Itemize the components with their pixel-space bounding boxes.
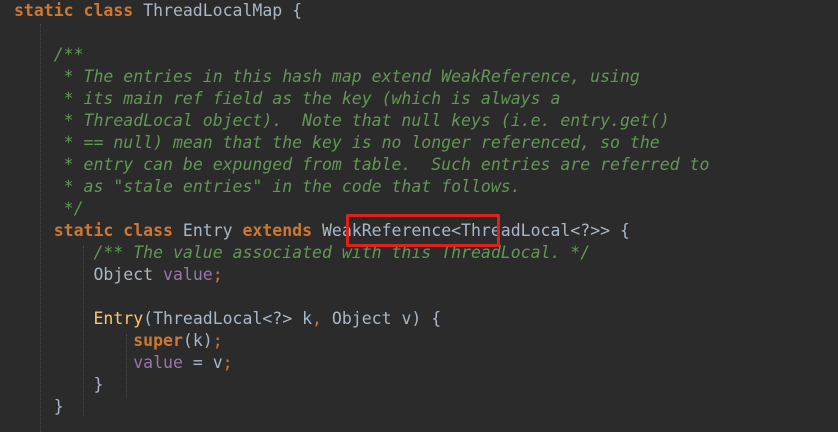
code-token: ; bbox=[222, 353, 233, 372]
code-token: Object v) { bbox=[331, 309, 442, 328]
code-line-18[interactable]: } bbox=[14, 374, 103, 396]
code-token: (k) bbox=[182, 331, 213, 350]
code-line-11[interactable]: static class Entry extends WeakReference… bbox=[14, 220, 630, 242]
code-line-6[interactable]: * ThreadLocal object). Note that null ke… bbox=[14, 110, 670, 132]
code-line-8[interactable]: * entry can be expunged from table. Such… bbox=[14, 154, 710, 176]
code-token: } bbox=[53, 397, 64, 416]
code-token: * its main ref field as the key (which i… bbox=[53, 89, 561, 108]
code-editor[interactable]: static class ThreadLocalMap { /** * The … bbox=[0, 0, 838, 432]
code-token: Entry bbox=[182, 221, 243, 240]
code-line-4[interactable]: * The entries in this hash map extend We… bbox=[14, 66, 640, 88]
code-token: ; bbox=[212, 331, 223, 350]
code-token: * as "stale entries" in the code that fo… bbox=[53, 177, 521, 196]
code-token: * entry can be expunged from table. Such… bbox=[53, 155, 710, 174]
code-token: = v bbox=[182, 353, 223, 372]
code-token: * ThreadLocal object). Note that null ke… bbox=[53, 111, 670, 130]
code-token: (ThreadLocal<?> k bbox=[143, 309, 313, 328]
code-line-1[interactable]: static class ThreadLocalMap { bbox=[14, 0, 302, 22]
code-token: super bbox=[133, 331, 183, 350]
code-line-10[interactable]: */ bbox=[14, 198, 84, 220]
code-token: /** bbox=[53, 45, 84, 64]
code-token: */ bbox=[53, 199, 84, 218]
code-token: static class bbox=[53, 221, 183, 240]
code-token: value bbox=[163, 265, 213, 284]
code-line-12[interactable]: /** The value associated with this Threa… bbox=[14, 242, 590, 264]
code-line-7[interactable]: * == null) mean that the key is no longe… bbox=[14, 132, 660, 154]
code-line-13[interactable]: Object value; bbox=[14, 264, 223, 286]
code-token: extends bbox=[242, 221, 322, 240]
code-token: ; bbox=[212, 265, 223, 284]
code-line-15[interactable]: Entry(ThreadLocal<?> k, Object v) { bbox=[14, 308, 441, 330]
code-token: ThreadLocalMap { bbox=[143, 1, 303, 20]
code-token: * == null) mean that the key is no longe… bbox=[53, 133, 660, 152]
weakreference-highlight-box bbox=[346, 214, 500, 247]
code-token: Object bbox=[93, 265, 164, 284]
code-line-3[interactable]: /** bbox=[14, 44, 84, 66]
code-line-9[interactable]: * as "stale entries" in the code that fo… bbox=[14, 176, 521, 198]
code-token: static class bbox=[14, 1, 144, 20]
code-line-16[interactable]: super(k); bbox=[14, 330, 223, 352]
code-token: , bbox=[312, 309, 332, 328]
code-line-19[interactable]: } bbox=[14, 396, 64, 418]
code-token: Entry bbox=[93, 309, 144, 328]
code-line-5[interactable]: * its main ref field as the key (which i… bbox=[14, 88, 561, 110]
code-token: value bbox=[133, 353, 183, 372]
code-line-17[interactable]: value = v; bbox=[14, 352, 233, 374]
code-token: } bbox=[93, 375, 104, 394]
code-token: /** The value associated with this Threa… bbox=[93, 243, 591, 262]
code-token: * The entries in this hash map extend We… bbox=[53, 67, 640, 86]
